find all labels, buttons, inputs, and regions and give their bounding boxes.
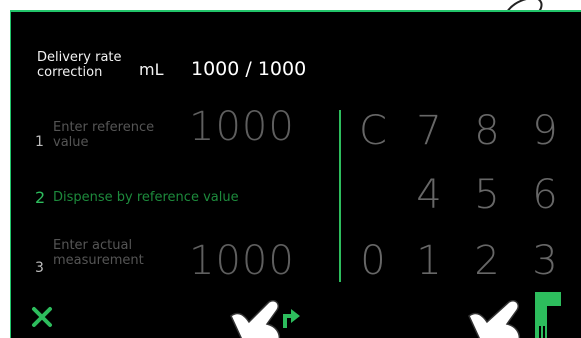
step-2-number: 2 <box>35 188 46 207</box>
actual-measurement-field[interactable]: 1000 <box>189 238 295 284</box>
key-7[interactable]: 7 <box>409 108 449 154</box>
step-3-number: 3 <box>35 260 44 276</box>
unit-label: mL <box>139 60 164 79</box>
reference-value-field[interactable]: 1000 <box>189 104 295 150</box>
key-4[interactable]: 4 <box>409 172 449 218</box>
keypad-divider <box>339 110 341 282</box>
hand-pointer-icon <box>230 300 281 338</box>
step-3-label: Enter actual measurement <box>53 238 144 268</box>
device-screen: Delivery rate correction mL 1000 / 1000 … <box>10 10 581 338</box>
key-8[interactable]: 8 <box>467 108 507 154</box>
key-clear[interactable]: C <box>353 108 393 154</box>
key-5[interactable]: 5 <box>467 172 507 218</box>
rate-value: 1000 / 1000 <box>191 58 307 80</box>
step-1-label: Enter reference value <box>53 120 155 150</box>
hand-pointer-icon <box>468 300 521 338</box>
key-0[interactable]: 0 <box>353 238 393 284</box>
step-1-number: 1 <box>35 134 44 150</box>
key-1[interactable]: 1 <box>409 238 449 284</box>
key-6[interactable]: 6 <box>525 172 565 218</box>
delivery-rate-correction-label: Delivery rate correction <box>37 50 122 80</box>
key-9[interactable]: 9 <box>525 108 565 154</box>
key-2[interactable]: 2 <box>467 238 507 284</box>
key-3[interactable]: 3 <box>525 238 565 284</box>
step-2-label: Dispense by reference value <box>53 190 239 205</box>
close-icon[interactable] <box>31 306 53 328</box>
pump-icon[interactable] <box>533 290 563 338</box>
